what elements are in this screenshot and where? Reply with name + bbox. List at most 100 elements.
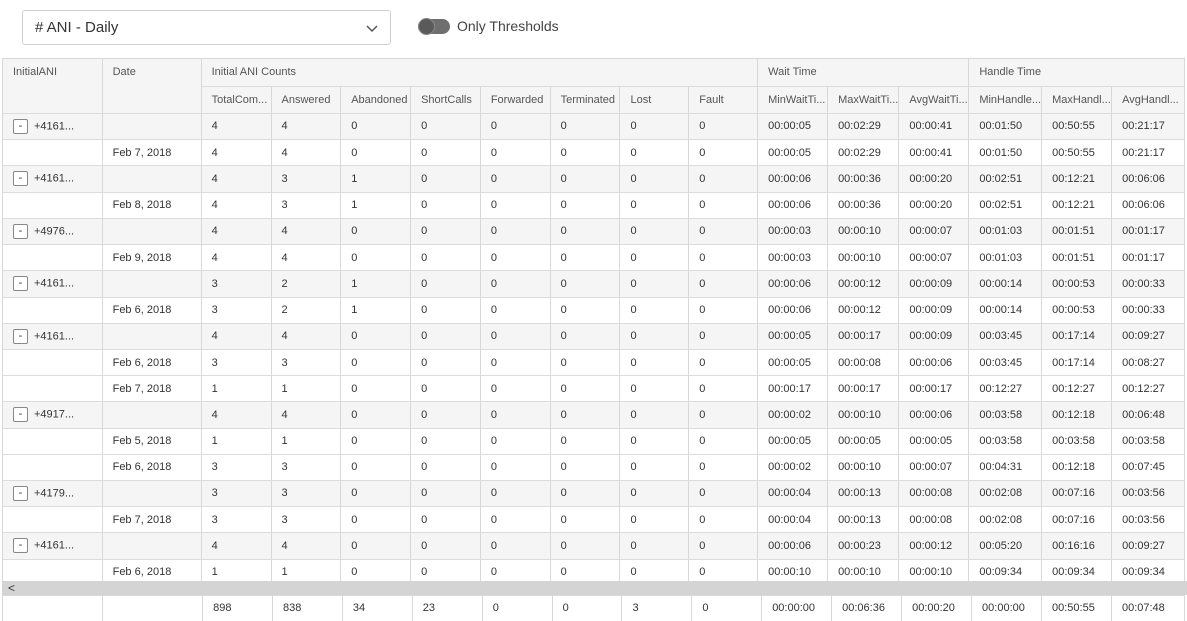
column-header[interactable]: MinHandle... xyxy=(968,86,1043,114)
table-cell: 00:17:14 xyxy=(1041,349,1113,376)
column-header[interactable]: Fault xyxy=(688,86,759,114)
column-header[interactable]: AvgWaitTi... xyxy=(898,86,970,114)
table-cell: 4 xyxy=(201,323,272,350)
totals-cell: 00:50:55 xyxy=(1041,596,1112,621)
collapse-toggle-icon[interactable]: - xyxy=(13,276,28,292)
table-cell: 00:00:10 xyxy=(827,218,900,245)
table-cell: 0 xyxy=(619,218,690,245)
table-cell: 00:00:05 xyxy=(898,428,970,455)
table-cell: 00:00:17 xyxy=(827,323,900,350)
table-cell: 4 xyxy=(201,401,272,429)
cell-initialani xyxy=(3,349,103,376)
table-cell: 0 xyxy=(619,192,690,219)
collapse-toggle-icon[interactable]: - xyxy=(13,171,28,187)
column-header[interactable]: Lost xyxy=(619,86,690,114)
cell-initialani xyxy=(3,454,103,481)
table-cell: 00:00:08 xyxy=(898,480,970,507)
collapse-toggle-icon[interactable]: - xyxy=(13,223,28,239)
table-cell: 00:00:20 xyxy=(898,165,970,193)
table-row[interactable]: Feb 5, 2018 1 1 0 0 0 0 0 0 00:00:05 00:00:05 00:00… xyxy=(3,428,1185,455)
table-cell: 0 xyxy=(619,480,690,507)
totals-cell: 3 xyxy=(621,596,693,621)
table-cell: 00:21:17 xyxy=(1111,139,1185,166)
table-group-row[interactable]: - +4976... 4 4 0 0 0 0 0 0 00:00:03 00:00:10 00:00:0… xyxy=(3,218,1185,245)
table-cell: 0 xyxy=(619,401,690,429)
table-cell: 00:00:06 xyxy=(757,270,829,298)
column-header[interactable]: ShortCalls xyxy=(410,86,481,114)
table-cell: 3 xyxy=(271,192,342,219)
column-header[interactable]: Abandoned xyxy=(340,86,412,114)
table-row[interactable]: Feb 6, 2018 3 3 0 0 0 0 0 0 00:00:05 00:00:08 00:00… xyxy=(3,349,1185,376)
totals-cell: 898 xyxy=(202,596,273,621)
table-cell: 0 xyxy=(480,139,551,166)
table-cell: 0 xyxy=(550,139,621,166)
collapse-toggle-icon[interactable]: - xyxy=(13,538,28,554)
table-cell: 0 xyxy=(688,297,759,324)
table-group-row[interactable]: - +4161... 4 3 1 0 0 0 0 0 00:00:06 00:00:36 00:00:2… xyxy=(3,165,1185,193)
table-row[interactable]: Feb 7, 2018 1 1 0 0 0 0 0 0 00:00:17 00:00:17 00:00… xyxy=(3,375,1185,402)
table-row[interactable]: Feb 6, 2018 3 2 1 0 0 0 0 0 00:00:06 00:00:12 00:00… xyxy=(3,297,1185,324)
column-header-date[interactable]: Date xyxy=(102,59,202,114)
table-cell: 0 xyxy=(480,454,551,481)
table-cell: 00:02:29 xyxy=(827,139,900,166)
table-cell: 0 xyxy=(340,113,412,140)
column-header[interactable]: MaxWaitTi... xyxy=(827,86,900,114)
table-group-row[interactable]: - +4161... 4 4 0 0 0 0 0 0 00:00:05 00:00:17 00:00:0… xyxy=(3,323,1185,350)
collapse-toggle-icon[interactable]: - xyxy=(13,328,28,344)
table-cell: 00:00:04 xyxy=(757,506,829,533)
table-row[interactable]: Feb 8, 2018 4 3 1 0 0 0 0 0 00:00:06 00:00:36 00:00… xyxy=(3,192,1185,219)
column-header[interactable]: Terminated xyxy=(550,86,621,114)
column-header-initialani[interactable]: InitialANI xyxy=(3,59,103,114)
table-cell: 00:12:18 xyxy=(1041,454,1113,481)
table-cell: 0 xyxy=(480,532,551,560)
table-group-row[interactable]: - +4161... 3 2 1 0 0 0 0 0 00:00:06 00:00:12 00:00:0… xyxy=(3,270,1185,298)
table-row[interactable]: Feb 9, 2018 4 4 0 0 0 0 0 0 00:00:03 00:00:10 00:00… xyxy=(3,244,1185,271)
column-header[interactable]: MaxHandl... xyxy=(1041,86,1113,114)
column-header[interactable]: AvgHandl... xyxy=(1111,86,1185,114)
column-header[interactable]: Forwarded xyxy=(480,86,551,114)
table-cell: 00:00:23 xyxy=(827,532,900,560)
table-cell: 00:09:27 xyxy=(1111,532,1185,560)
table-cell: 2 xyxy=(271,297,342,324)
column-header[interactable]: TotalCom... xyxy=(201,86,272,114)
table-cell: 00:00:06 xyxy=(898,401,970,429)
table-row[interactable]: Feb 7, 2018 4 4 0 0 0 0 0 0 00:00:05 00:02:29 00:00… xyxy=(3,139,1185,166)
cell-date xyxy=(102,113,202,140)
table-group-row[interactable]: - +4161... 4 4 0 0 0 0 0 0 00:00:05 00:02:29 00:00:4… xyxy=(3,113,1185,140)
collapse-toggle-icon[interactable]: - xyxy=(13,118,28,134)
totals-cell: 00:00:00 xyxy=(971,596,1042,621)
totals-cell: 34 xyxy=(342,596,413,621)
cell-date xyxy=(102,480,202,507)
ani-value: +4917... xyxy=(34,408,75,421)
totals-empty-cell xyxy=(102,596,204,621)
table-cell: 4 xyxy=(271,323,342,350)
table-cell: 0 xyxy=(688,218,759,245)
table-group-row[interactable]: - +4917... 4 4 0 0 0 0 0 0 00:00:02 00:00:10 00:00:0… xyxy=(3,401,1185,429)
column-header[interactable]: Answered xyxy=(271,86,342,114)
table-cell: 0 xyxy=(480,349,551,376)
table-cell: 4 xyxy=(271,401,342,429)
table-row[interactable]: Feb 6, 2018 3 3 0 0 0 0 0 0 00:00:02 00:00:10 00:00… xyxy=(3,454,1185,481)
collapse-toggle-icon[interactable]: - xyxy=(13,407,28,423)
table-cell: 1 xyxy=(201,428,272,455)
table-cell: 00:00:33 xyxy=(1111,297,1185,324)
collapse-toggle-icon[interactable]: - xyxy=(13,485,28,501)
table-row[interactable]: Feb 7, 2018 3 3 0 0 0 0 0 0 00:00:04 00:00:13 00:00… xyxy=(3,506,1185,533)
table-cell: 0 xyxy=(619,113,690,140)
only-thresholds-toggle[interactable] xyxy=(418,18,450,35)
table-cell: 0 xyxy=(480,375,551,402)
data-grid: InitialANI Date Initial ANI Counts Wait … xyxy=(2,58,1185,621)
table-cell: 00:00:05 xyxy=(757,428,829,455)
table-cell: 0 xyxy=(688,454,759,481)
table-cell: 0 xyxy=(410,192,481,219)
table-cell: 00:00:08 xyxy=(898,506,970,533)
table-group-row[interactable]: - +4179... 3 3 0 0 0 0 0 0 00:00:04 00:00:13 00:00:0… xyxy=(3,480,1185,507)
scroll-left-arrow-icon[interactable]: < xyxy=(8,581,15,595)
table-cell: 0 xyxy=(688,375,759,402)
cell-initialani xyxy=(3,506,103,533)
column-header[interactable]: MinWaitTi... xyxy=(757,86,829,114)
table-cell: 0 xyxy=(340,375,412,402)
horizontal-scrollbar[interactable]: < xyxy=(2,581,1187,595)
table-group-row[interactable]: - +4161... 4 4 0 0 0 0 0 0 00:00:06 00:00:23 00:00:1… xyxy=(3,532,1185,560)
report-select-dropdown[interactable]: # ANI - Daily xyxy=(22,10,391,45)
